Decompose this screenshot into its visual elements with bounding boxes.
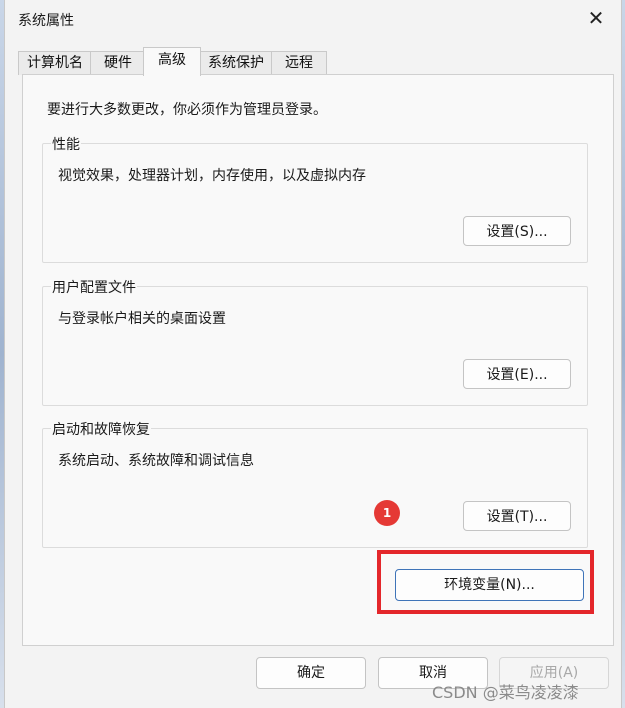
environment-variables-button[interactable]: 环境变量(N)... — [395, 569, 584, 601]
performance-group: 性能 视觉效果，处理器计划，内存使用，以及虚拟内存 设置(S)... — [42, 134, 588, 263]
step-badge: 1 — [374, 500, 400, 526]
startup-recovery-description: 系统启动、系统故障和调试信息 — [58, 453, 254, 469]
close-icon[interactable]: ✕ — [585, 6, 607, 30]
system-properties-dialog: 系统属性 ✕ 计算机名 硬件 高级 系统保护 远程 要进行大多数更改，你必须作为… — [4, 0, 622, 708]
performance-title: 性能 — [51, 134, 81, 154]
tab-system-protection[interactable]: 系统保护 — [199, 51, 273, 75]
tab-computer-name[interactable]: 计算机名 — [18, 51, 92, 75]
admin-notice: 要进行大多数更改，你必须作为管理员登录。 — [47, 102, 327, 118]
tab-advanced[interactable]: 高级 — [143, 47, 201, 76]
performance-description: 视觉效果，处理器计划，内存使用，以及虚拟内存 — [58, 168, 366, 184]
watermark-text: CSDN @菜鸟凌凌漆 — [432, 683, 579, 702]
user-profiles-settings-button[interactable]: 设置(E)... — [463, 359, 571, 389]
user-profiles-description: 与登录帐户相关的桌面设置 — [58, 311, 226, 327]
tab-remote[interactable]: 远程 — [271, 51, 327, 75]
tab-hardware[interactable]: 硬件 — [90, 51, 146, 75]
user-profiles-group: 用户配置文件 与登录帐户相关的桌面设置 设置(E)... — [42, 277, 588, 406]
window-title: 系统属性 — [18, 13, 74, 29]
startup-recovery-settings-button[interactable]: 设置(T)... — [463, 501, 571, 531]
title-bar: 系统属性 ✕ — [5, 0, 621, 36]
performance-settings-button[interactable]: 设置(S)... — [463, 216, 571, 246]
ok-button[interactable]: 确定 — [256, 657, 366, 689]
startup-recovery-title: 启动和故障恢复 — [51, 419, 151, 439]
user-profiles-title: 用户配置文件 — [51, 277, 137, 297]
advanced-panel: 要进行大多数更改，你必须作为管理员登录。 性能 视觉效果，处理器计划，内存使用，… — [22, 74, 614, 646]
startup-recovery-group: 启动和故障恢复 系统启动、系统故障和调试信息 设置(T)... — [42, 419, 588, 548]
